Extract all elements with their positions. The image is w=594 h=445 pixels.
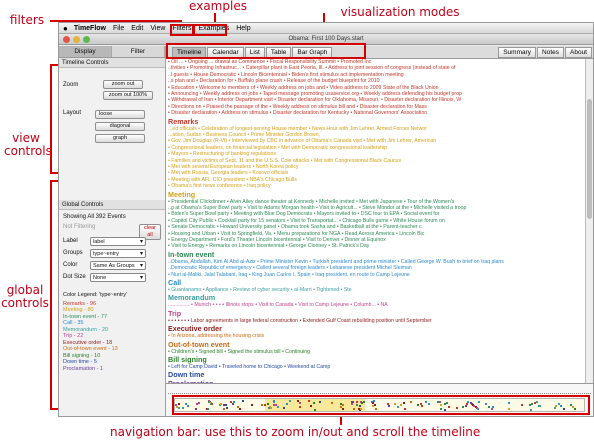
groups-select[interactable]: type~entry <box>90 249 146 258</box>
scroll-thumb[interactable] <box>587 99 592 219</box>
global-controls-line <box>50 180 52 410</box>
highlight-visualization-tabs <box>166 43 366 59</box>
menu-app[interactable]: TimeFlow <box>74 25 106 32</box>
timeline-group-header: Trip <box>168 308 182 318</box>
menu-help[interactable]: Help <box>236 25 250 32</box>
timeline-group: ..Obama, Abdallah, Kim Al Abd al-Aziz • … <box>168 259 585 278</box>
minimize-window-icon[interactable] <box>73 36 80 43</box>
navbar-pointer <box>340 417 342 425</box>
tab-summary[interactable]: Summary <box>498 46 537 58</box>
annotation-visualization-modes: visualization modes <box>340 5 460 19</box>
dotsize-select[interactable]: None <box>90 273 146 282</box>
legend-item: Proclamation - 1 <box>63 365 104 372</box>
timeline-group-header: Meeting <box>168 189 196 199</box>
tab-filter[interactable]: Filter <box>112 46 165 57</box>
label-select[interactable]: label <box>90 237 146 246</box>
timeline-group-header: Executive order <box>168 324 222 334</box>
window-title: Obama: First 100 Days.start <box>288 36 364 42</box>
view-controls-line <box>50 64 52 174</box>
label-control-label: Label <box>63 238 78 244</box>
zoom-label: Zoom <box>63 82 79 88</box>
dotsize-control-label: Dot Size <box>63 274 86 280</box>
app-window: ● TimeFlow File Edit View Filters Exampl… <box>58 22 594 417</box>
color-legend: Color Legend: 'type~entry' Remarks - 96 M… <box>63 292 127 372</box>
app-body: Display Filter Timeline Controls Zoom zo… <box>59 46 593 416</box>
vertical-scrollbar[interactable] <box>585 59 593 394</box>
tab-about[interactable]: About <box>565 46 592 58</box>
timeline-group: • Oil ... • Ongoing ... drawal as Commen… <box>168 59 585 117</box>
timeline-group-header: Out-of-town event <box>168 339 230 349</box>
apple-icon[interactable]: ● <box>63 24 68 33</box>
menu-view[interactable]: View <box>150 25 165 32</box>
close-window-icon[interactable] <box>63 36 70 43</box>
timeline-group: Memorandum <box>168 293 585 302</box>
annotation-examples: examples <box>189 0 247 13</box>
menu-bar: ● TimeFlow File Edit View Filters Exampl… <box>59 23 593 34</box>
color-select[interactable]: Same As Groups <box>90 261 146 270</box>
layout-loose-button[interactable]: loose <box>95 110 145 119</box>
timeline-group: • In Arizona, addressing the housing cri… <box>168 333 585 348</box>
layout-graph-button[interactable]: graph <box>95 134 145 143</box>
legend-item: Out-of-town event - 13 <box>63 346 118 352</box>
zoom-out-100-button[interactable]: zoom out 100% <box>103 91 153 100</box>
timeline-group-header: Remarks <box>168 116 199 126</box>
tab-display[interactable]: Display <box>59 46 112 57</box>
legend-title: Color Legend: 'type~entry' <box>63 292 128 298</box>
left-panel: Display Filter Timeline Controls Zoom zo… <box>59 46 166 416</box>
timeline-canvas[interactable]: • Oil ... • Ongoing ... drawal as Commen… <box>166 59 585 394</box>
layout-label: Layout <box>63 110 82 116</box>
main-view: Timeline Calendar List Table Bar Graph S… <box>166 46 593 416</box>
highlight-examples-menu <box>193 24 227 36</box>
timeline-group: ...ed officials • Celebration of longest… <box>168 126 585 190</box>
tab-notes[interactable]: Notes <box>537 46 564 58</box>
screenshot-stage: filters examples visualization modes vie… <box>0 0 594 445</box>
legend-items: Remarks - 96 Meeting - 80 In-town event - … <box>63 301 127 373</box>
timeline-group-header: Memorandum <box>168 293 216 303</box>
menu-edit[interactable]: Edit <box>131 25 143 32</box>
timeline-group: In-town event <box>168 250 585 259</box>
left-tabs: Display Filter <box>59 46 165 58</box>
timeline-group-header: Call <box>168 278 182 287</box>
showing-count: Showing All 392 Events <box>63 214 126 220</box>
timeline-group: Meeting <box>168 190 585 199</box>
zoom-out-button[interactable]: zoom out <box>103 80 143 89</box>
timeline-group: • Children's • Signed bill • Signed the … <box>168 349 585 364</box>
timeline-group: • • • • • • • Labor agreements in large … <box>168 318 585 333</box>
menu-file[interactable]: File <box>113 25 124 32</box>
timeline-group: • Presidential Clickdinner • Alvin Ailey… <box>168 199 585 250</box>
filter-status: Not Filtering <box>63 224 96 230</box>
window-controls <box>63 36 90 43</box>
timeline-group-header: Down time <box>168 370 205 380</box>
highlight-filters-menu <box>170 24 194 36</box>
color-control-label: Color <box>63 262 78 268</box>
annotation-view-controls: view controls <box>4 131 52 158</box>
highlight-navigation-bar <box>172 395 590 415</box>
global-controls-header: Global Controls <box>59 200 165 210</box>
timeline-group-header: Bill signing <box>168 355 207 364</box>
groups-control-label: Groups <box>63 250 83 256</box>
timeline-group-header: In-town event <box>168 249 215 259</box>
nav-ticks <box>168 388 591 394</box>
timeline-group: Trip <box>168 309 585 318</box>
timeline-group: Call <box>168 278 585 287</box>
annotation-global-controls: global controls <box>1 283 49 310</box>
annotation-navigation-bar: navigation bar: use this to zoom in/out … <box>110 425 481 439</box>
timeline-group: • Left for Camp David • Traveled home to… <box>168 364 585 379</box>
timeline-group: Remarks <box>168 117 585 126</box>
timeline-controls-header: Timeline Controls <box>59 58 165 68</box>
layout-diagonal-button[interactable]: diagonal <box>95 122 145 131</box>
zoom-window-icon[interactable] <box>83 36 90 43</box>
annotation-filters: filters <box>9 13 45 27</box>
